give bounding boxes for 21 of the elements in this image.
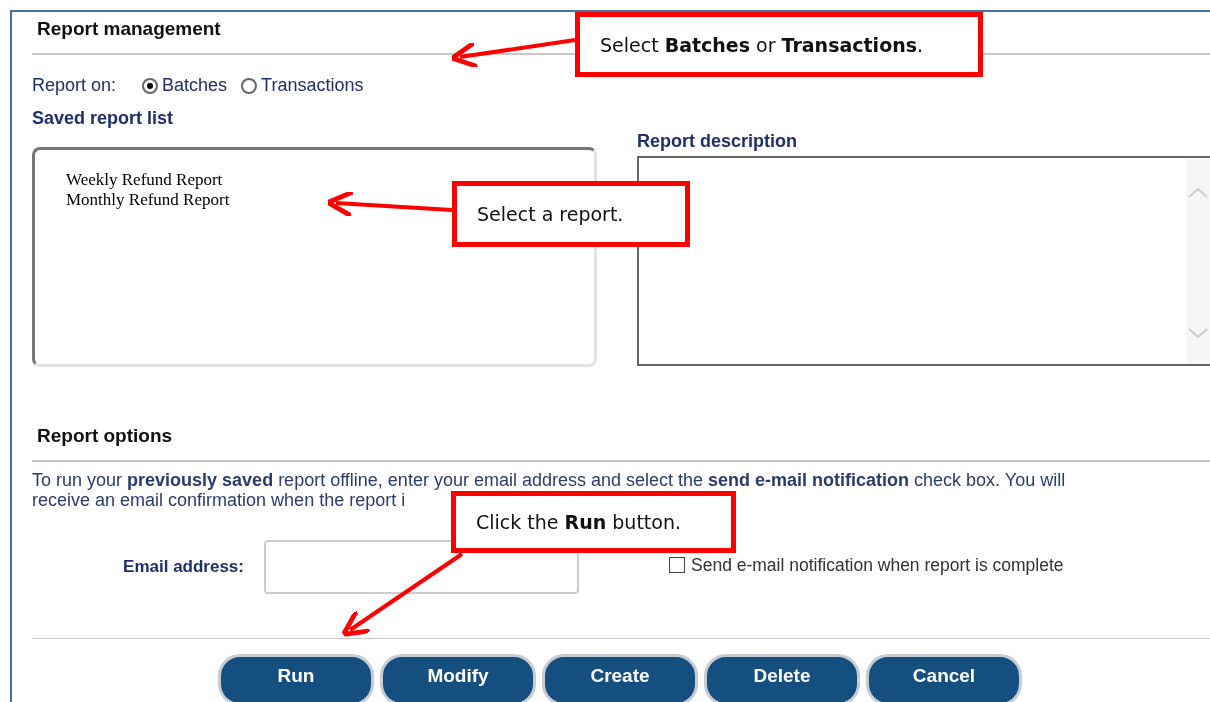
notify-checkbox[interactable]: Send e-mail notification when report is complete [669, 554, 1064, 576]
callout-tooltip: Click the Run button. [451, 491, 736, 553]
radio-icon[interactable] [142, 77, 159, 94]
action-button[interactable]: Modify [380, 654, 536, 702]
action-button[interactable]: Run [218, 654, 374, 702]
field-label: Saved report list [32, 108, 175, 129]
field-label: Email address: [122, 557, 244, 577]
radio-icon[interactable] [241, 77, 258, 94]
section-title: Report options [36, 424, 173, 448]
description-field[interactable] [637, 156, 1210, 366]
callout-tooltip: Select a report. [452, 181, 690, 247]
action-button[interactable]: Delete [704, 654, 860, 702]
section-title: Report management [36, 17, 221, 41]
field-label: Report description [637, 131, 798, 152]
field-label: Report on: [32, 75, 117, 96]
action-button[interactable]: Create [542, 654, 698, 702]
action-button[interactable]: Cancel [866, 654, 1022, 702]
callout-tooltip: Select Batches or Transactions. [575, 12, 983, 77]
radio-option[interactable]: Transactions [241, 75, 364, 96]
radio-option[interactable]: Batches [142, 75, 228, 96]
checkbox-icon[interactable] [669, 557, 685, 573]
